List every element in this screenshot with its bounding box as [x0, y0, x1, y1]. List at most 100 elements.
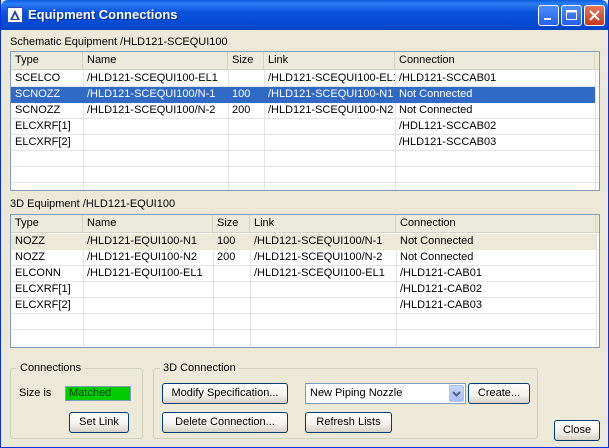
cell-connection: /HLD121-SCCAB01: [399, 72, 497, 84]
table-row[interactable]: ELCXRF[1] /HLD121-CAB02: [11, 282, 596, 298]
app-icon[interactable]: [7, 7, 23, 23]
cell-connection: /HLD121-CAB01: [400, 267, 482, 279]
cell-connection: /HLD121-SCCAB03: [399, 136, 497, 148]
cell-type: NOZZ: [15, 251, 45, 263]
column-header-size[interactable]: Size: [228, 52, 264, 70]
column-header-name[interactable]: Name: [83, 215, 213, 233]
cell-connection: Not Connected: [399, 88, 473, 100]
connections-legend: Connections: [17, 362, 85, 374]
cell-type: NOZZ: [15, 235, 45, 247]
cell-size: [228, 135, 264, 151]
connection3d-group: 3D Connection Modify Specification... De…: [153, 362, 538, 439]
dropdown-value: New Piping Nozzle: [310, 387, 403, 399]
set-link-button[interactable]: Set Link: [69, 412, 129, 433]
cell-connection: Not Connected: [400, 251, 474, 263]
cell-name: /HLD121-SCEQUI100/N-1: [87, 88, 216, 100]
cell-name: [83, 119, 228, 135]
cell-name: [83, 135, 228, 151]
equipment-connections-window: Equipment Connections Schematic Equipmen…: [0, 0, 609, 448]
create-button[interactable]: Create...: [468, 383, 530, 404]
cell-name: /HLD121-EQUI100-N2: [87, 251, 198, 263]
cell-type: SCNOZZ: [15, 88, 61, 100]
cell-type: SCELCO: [15, 72, 61, 84]
cell-size: 200: [217, 251, 236, 263]
cell-link: [250, 298, 396, 314]
cell-size: [228, 71, 264, 87]
equipment3d-grid[interactable]: Type Name Size Link Connection NOZZ /HLD…: [10, 214, 600, 348]
cell-link: /HLD121-SCEQUI100-EL1: [268, 72, 395, 84]
table-row[interactable]: NOZZ /HLD121-EQUI100-N2 200 /HLD121-SCEQ…: [11, 250, 596, 266]
delete-connection-button[interactable]: Delete Connection...: [162, 412, 288, 433]
cell-link: /HLD121-SCEQUI100-EL1: [254, 267, 385, 279]
column-header-link[interactable]: Link: [264, 52, 395, 70]
maximize-icon: [566, 10, 577, 20]
chevron-down-icon[interactable]: [449, 385, 464, 402]
cell-size: [228, 119, 264, 135]
size-label: Size is: [19, 387, 52, 399]
table-row[interactable]: ELCXRF[2] /HLD121-CAB03: [11, 298, 596, 314]
cell-link: /HLD121-SCEQUI100-N1: [268, 88, 394, 100]
cell-size: 200: [232, 104, 251, 116]
modify-specification-button[interactable]: Modify Specification...: [162, 383, 288, 404]
cell-link: /HLD121-SCEQUI100/N-1: [254, 235, 383, 247]
table-row[interactable]: ELCXRF[1] /HDL121-SCCAB02: [11, 119, 595, 135]
equipment3d-grid-header: Type Name Size Link Connection: [11, 215, 599, 233]
nozzle-type-dropdown[interactable]: New Piping Nozzle: [305, 383, 466, 404]
size-status-badge: Matched: [65, 386, 131, 401]
cell-link: [264, 119, 395, 135]
column-header-connection[interactable]: Connection: [395, 52, 595, 70]
cell-connection: /HDL121-SCCAB02: [399, 120, 497, 132]
title-bar[interactable]: Equipment Connections: [1, 0, 608, 30]
column-header-size[interactable]: Size: [213, 215, 250, 233]
cell-link: [264, 135, 395, 151]
cell-name: /HLD121-SCEQUI100-EL1: [87, 72, 218, 84]
table-row[interactable]: SCELCO /HLD121-SCEQUI100-EL1 /HLD121-SCE…: [11, 71, 595, 87]
table-row[interactable]: ELCONN /HLD121-EQUI100-EL1 /HLD121-SCEQU…: [11, 266, 596, 282]
cell-size: [213, 266, 250, 282]
table-row[interactable]: SCNOZZ /HLD121-SCEQUI100/N-2 200 /HLD121…: [11, 103, 595, 119]
cell-name: [83, 298, 213, 314]
refresh-lists-button[interactable]: Refresh Lists: [305, 412, 392, 433]
cell-name: /HLD121-SCEQUI100/N-2: [87, 104, 216, 116]
minimize-button[interactable]: [538, 5, 559, 26]
cell-size: 100: [232, 88, 251, 100]
cell-type: ELCXRF[1]: [15, 120, 71, 132]
window-title: Equipment Connections: [28, 7, 178, 22]
close-icon: [589, 10, 600, 21]
cell-connection: Not Connected: [400, 235, 474, 247]
cell-link: /HLD121-SCEQUI100/N-2: [254, 251, 383, 263]
table-row[interactable]: ELCXRF[2] /HLD121-SCCAB03: [11, 135, 595, 151]
cell-type: ELCONN: [15, 267, 61, 279]
cell-name: [83, 282, 213, 298]
schematic-grid-header: Type Name Size Link Connection: [11, 52, 599, 70]
column-header-type[interactable]: Type: [11, 215, 83, 233]
minimize-icon: [544, 18, 551, 20]
table-row[interactable]: NOZZ /HLD121-EQUI100-N1 100 /HLD121-SCEQ…: [11, 234, 596, 250]
cell-name: /HLD121-EQUI100-EL1: [87, 267, 203, 279]
cell-link: [250, 282, 396, 298]
table-row-selected[interactable]: SCNOZZ /HLD121-SCEQUI100/N-1 100 /HLD121…: [11, 87, 595, 103]
column-header-name[interactable]: Name: [83, 52, 228, 70]
cell-type: ELCXRF[2]: [15, 136, 71, 148]
cell-name: /HLD121-EQUI100-N1: [87, 235, 198, 247]
cell-size: [213, 282, 250, 298]
cell-connection: /HLD121-CAB03: [400, 299, 482, 311]
cell-link: /HLD121-SCEQUI100-N2: [268, 104, 394, 116]
schematic-equipment-label: Schematic Equipment /HLD121-SCEQUI100: [10, 36, 228, 48]
cell-connection: Not Connected: [399, 104, 473, 116]
equipment3d-label: 3D Equipment /HLD121-EQUI100: [10, 198, 176, 210]
column-header-link[interactable]: Link: [250, 215, 396, 233]
cell-size: [213, 298, 250, 314]
column-header-type[interactable]: Type: [11, 52, 83, 70]
connection3d-legend: 3D Connection: [160, 362, 239, 374]
cell-type: ELCXRF[1]: [15, 283, 71, 295]
cell-type: ELCXRF[2]: [15, 299, 71, 311]
cell-type: SCNOZZ: [15, 104, 61, 116]
schematic-equipment-grid[interactable]: Type Name Size Link Connection SCELCO /H…: [10, 51, 600, 191]
column-header-connection[interactable]: Connection: [396, 215, 596, 233]
close-window-button[interactable]: [584, 5, 605, 26]
close-button[interactable]: Close: [554, 420, 600, 441]
cell-connection: /HLD121-CAB02: [400, 283, 482, 295]
maximize-button[interactable]: [561, 5, 582, 26]
cell-size: 100: [217, 235, 236, 247]
